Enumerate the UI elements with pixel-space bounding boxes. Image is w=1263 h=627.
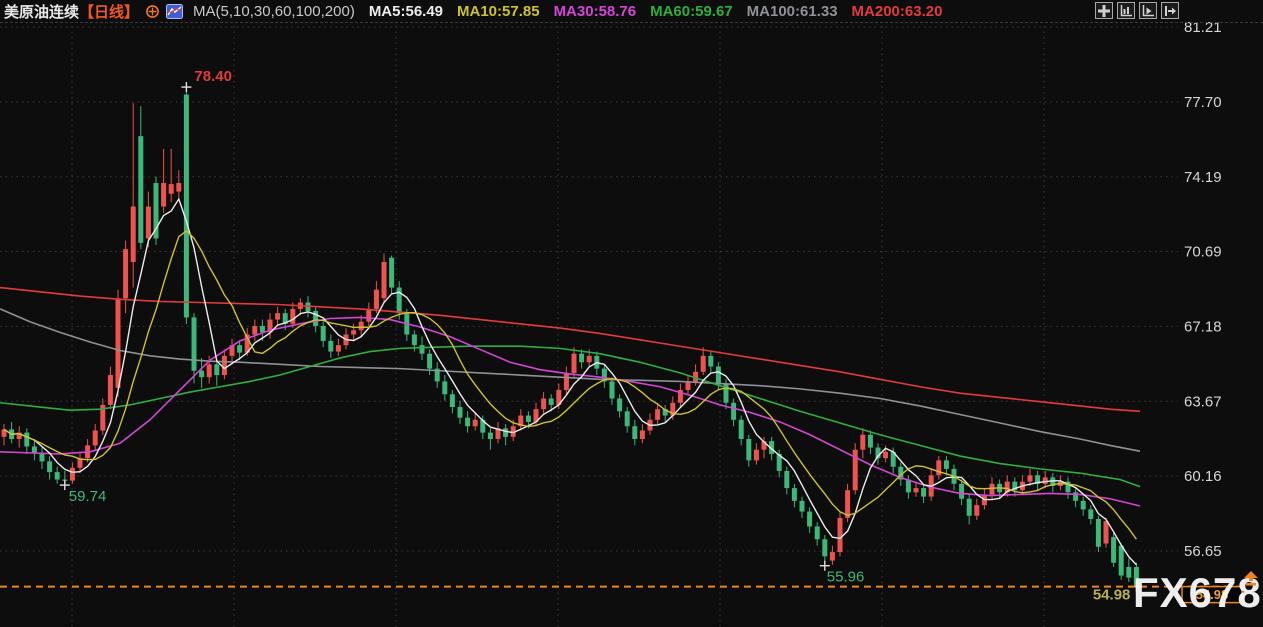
svg-text:77.70: 77.70 bbox=[1184, 94, 1222, 111]
candlestick-chart-icon[interactable] bbox=[166, 4, 183, 19]
svg-text:74.19: 74.19 bbox=[1184, 169, 1222, 186]
scale-axis-left-button[interactable] bbox=[1117, 2, 1135, 19]
crosshair-tool-button[interactable] bbox=[1095, 2, 1113, 19]
ma200-value: MA200:63.20 bbox=[852, 3, 943, 20]
svg-text:70.69: 70.69 bbox=[1184, 244, 1222, 261]
circle-plus-icon[interactable] bbox=[145, 4, 160, 19]
scroll-to-latest-icon[interactable] bbox=[1243, 571, 1259, 594]
extreme-markers: 78.40 59.74 55.96 54.98 bbox=[60, 68, 1142, 604]
grid-lines bbox=[0, 26, 1178, 627]
ma-line-ma5 bbox=[4, 199, 1136, 565]
ma10-value: MA10:57.85 bbox=[457, 3, 540, 20]
chart-toolbar bbox=[1095, 2, 1179, 19]
ma-params-label: MA(5,10,30,60,100,200) bbox=[193, 3, 355, 20]
period-label: 【日线】 bbox=[79, 1, 139, 22]
ma100-value: MA100:61.33 bbox=[747, 3, 838, 20]
price-chart-canvas[interactable]: 78.4059.7455.9654.9854.9881.2177.7074.19… bbox=[0, 0, 1263, 627]
svg-text:54.98: 54.98 bbox=[1093, 587, 1131, 604]
svg-text:59.74: 59.74 bbox=[69, 488, 107, 505]
go-to-latest-button[interactable] bbox=[1161, 2, 1179, 19]
y-axis-labels: 81.2177.7074.1970.6967.1863.6760.1656.65 bbox=[1184, 19, 1222, 560]
svg-text:55.96: 55.96 bbox=[827, 569, 865, 586]
current-price-line: 54.98 bbox=[0, 587, 1242, 603]
ma-line-ma10 bbox=[4, 231, 1136, 539]
ma60-value: MA60:59.67 bbox=[650, 3, 733, 20]
candles-layer bbox=[2, 87, 1139, 587]
ma-line-ma30 bbox=[0, 317, 1140, 506]
ma5-value: MA5:56.49 bbox=[369, 3, 443, 20]
ma-line-ma100 bbox=[0, 309, 1140, 451]
instrument-title: 美原油连续 bbox=[4, 1, 79, 22]
svg-text:78.40: 78.40 bbox=[194, 68, 232, 85]
svg-text:56.65: 56.65 bbox=[1184, 543, 1222, 560]
svg-text:67.18: 67.18 bbox=[1184, 318, 1222, 335]
svg-text:60.16: 60.16 bbox=[1184, 468, 1222, 485]
chart-header: 美原油连续 【日线】 MA(5,10,30,60,100,200) MA5:56… bbox=[0, 0, 1263, 23]
chart-app: { "header": { "title": "美原油连续", "period_… bbox=[0, 0, 1263, 627]
scale-axis-right-button[interactable] bbox=[1139, 2, 1157, 19]
ma30-value: MA30:58.76 bbox=[554, 3, 637, 20]
svg-text:63.67: 63.67 bbox=[1184, 393, 1222, 410]
